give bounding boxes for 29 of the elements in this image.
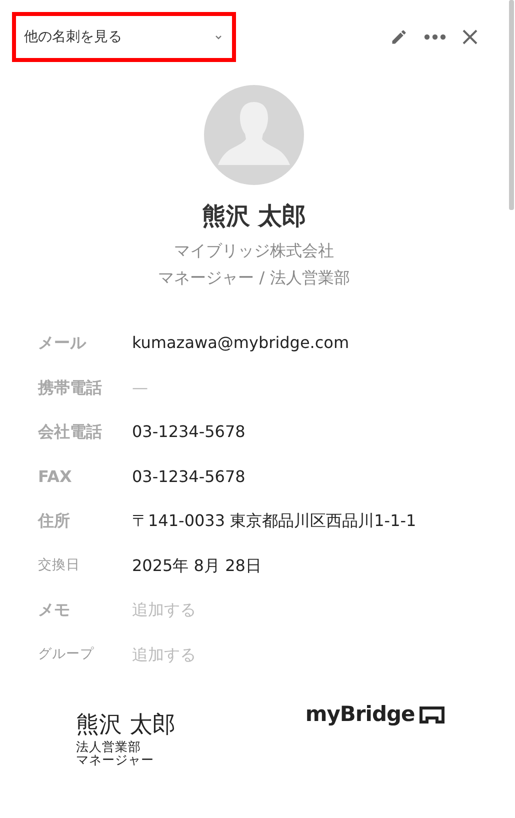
logo-text: myBridge bbox=[305, 700, 415, 728]
field-label: グループ bbox=[38, 645, 95, 664]
field-value[interactable]: — bbox=[132, 376, 148, 400]
field-label: 交換日 bbox=[38, 556, 81, 576]
card-name: 熊沢 太郎 bbox=[76, 712, 176, 738]
person-name: 熊沢 太郎 bbox=[202, 202, 306, 231]
field-label: 会社電話 bbox=[38, 421, 103, 444]
field-label: メモ bbox=[38, 599, 71, 622]
field-value: 2025年 8月 28日 bbox=[132, 554, 262, 577]
scrollbar[interactable] bbox=[509, 0, 514, 210]
field-label: 携帯電話 bbox=[38, 376, 103, 399]
edit-icon[interactable] bbox=[390, 28, 408, 46]
job-title: マネージャー / 法人営業部 bbox=[158, 266, 350, 289]
field-value: 03-1234-5678 bbox=[132, 421, 246, 444]
field-label: 住所 bbox=[38, 510, 71, 532]
field-value: 〒141-0033 東京都品川区西品川1-1-1 bbox=[132, 510, 416, 532]
more-icon[interactable] bbox=[424, 34, 446, 40]
card-title: マネージャー bbox=[76, 753, 155, 766]
field-label: FAX bbox=[38, 466, 73, 488]
close-icon[interactable] bbox=[462, 29, 478, 45]
field-value: 03-1234-5678 bbox=[132, 466, 246, 488]
field-value[interactable]: 追加する bbox=[132, 642, 196, 667]
caret-icon bbox=[215, 34, 222, 40]
company-name: マイブリッジ株式会社 bbox=[174, 240, 334, 262]
logo-icon bbox=[418, 706, 445, 724]
field-label: メール bbox=[38, 332, 88, 354]
field-value[interactable]: 追加する bbox=[132, 598, 196, 622]
field-value: kumazawa@mybridge.com bbox=[132, 332, 350, 354]
card-department: 法人営業部 bbox=[76, 740, 142, 754]
